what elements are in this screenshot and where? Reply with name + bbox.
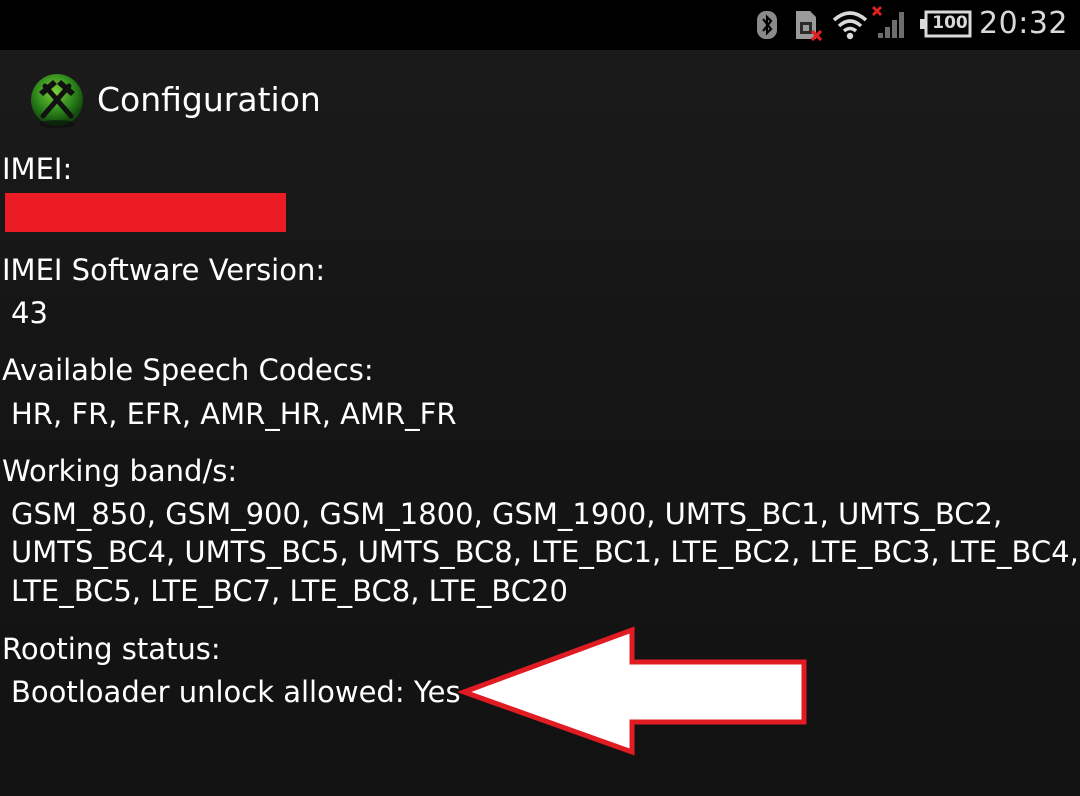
screen: 100 20:32 Configuration IMEI: IMEI Softw… xyxy=(0,0,1080,796)
working-bands-line-1: GSM_850, GSM_900, GSM_1800, GSM_1900, UM… xyxy=(11,497,1003,531)
imei-sv-value: 43 xyxy=(11,296,48,330)
imei-redacted-value xyxy=(5,193,286,232)
speech-codecs-value: HR, FR, EFR, AMR_HR, AMR_FR xyxy=(11,397,457,431)
page-title: Configuration xyxy=(97,80,321,119)
working-bands-label: Working band/s: xyxy=(2,454,238,488)
rooting-status-value: Bootloader unlock allowed: Yes xyxy=(11,675,461,709)
battery-level: 100 xyxy=(932,13,968,33)
status-bar: 100 20:32 xyxy=(0,0,1080,50)
action-bar: Configuration xyxy=(0,50,1080,150)
bluetooth-icon xyxy=(757,11,777,39)
rooting-status-label: Rooting status: xyxy=(2,632,221,666)
working-bands-line-2: UMTS_BC4, UMTS_BC5, UMTS_BC8, LTE_BC1, L… xyxy=(11,535,1079,569)
wifi-icon xyxy=(832,11,868,40)
imei-sv-label: IMEI Software Version: xyxy=(2,253,326,287)
sim-card-error-icon xyxy=(796,11,823,42)
signal-strength-no-service-icon xyxy=(872,6,904,38)
annotation-arrow xyxy=(458,626,807,756)
imei-label: IMEI: xyxy=(2,152,73,186)
crossed-hammers-icon[interactable] xyxy=(29,70,85,130)
status-time: 20:32 xyxy=(979,6,1068,41)
speech-codecs-label: Available Speech Codecs: xyxy=(2,353,374,387)
working-bands-line-3: LTE_BC5, LTE_BC7, LTE_BC8, LTE_BC20 xyxy=(11,574,568,608)
